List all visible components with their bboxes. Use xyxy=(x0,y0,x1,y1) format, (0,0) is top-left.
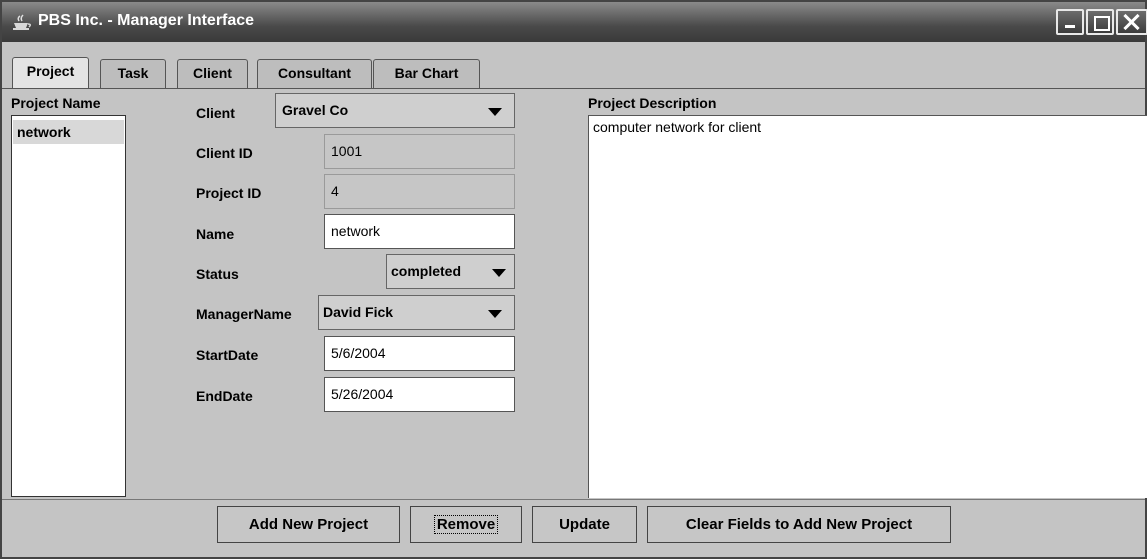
project-name-header: Project Name xyxy=(11,95,101,111)
client-id-label: Client ID xyxy=(196,145,253,161)
tab-bar-chart[interactable]: Bar Chart xyxy=(373,59,480,88)
clear-fields-button[interactable]: Clear Fields to Add New Project xyxy=(647,506,951,543)
update-button[interactable]: Update xyxy=(532,506,637,543)
project-description-header: Project Description xyxy=(588,95,717,111)
button-bar-divider xyxy=(2,499,1145,500)
add-new-project-button[interactable]: Add New Project xyxy=(217,506,400,543)
status-select-value: completed xyxy=(391,263,462,279)
project-description-textarea[interactable]: computer network for client xyxy=(588,115,1147,498)
status-label: Status xyxy=(196,266,239,282)
client-id-field: 1001 xyxy=(324,134,515,169)
client-label: Client xyxy=(196,105,235,121)
chevron-down-icon xyxy=(492,269,506,277)
name-field[interactable]: network xyxy=(324,214,515,249)
chevron-down-icon xyxy=(488,108,502,116)
start-date-label: StartDate xyxy=(196,347,259,363)
chevron-down-icon xyxy=(488,310,502,318)
close-icon[interactable] xyxy=(1116,9,1147,35)
status-select[interactable]: completed xyxy=(386,254,515,289)
start-date-field[interactable]: 5/6/2004 xyxy=(324,336,515,371)
project-list[interactable]: network xyxy=(11,115,126,497)
tab-project[interactable]: Project xyxy=(12,57,89,88)
java-cup-icon xyxy=(13,14,32,30)
remove-button-label: Remove xyxy=(433,515,499,534)
end-date-field[interactable]: 5/26/2004 xyxy=(324,377,515,412)
project-id-label: Project ID xyxy=(196,185,262,201)
app-window: PBS Inc. - Manager Interface Project Tas… xyxy=(0,0,1147,559)
tab-consultant[interactable]: Consultant xyxy=(257,59,372,88)
client-select[interactable]: Gravel Co xyxy=(275,93,515,128)
manager-name-label: ManagerName xyxy=(196,306,292,322)
tab-client[interactable]: Client xyxy=(177,59,248,88)
remove-button[interactable]: Remove xyxy=(410,506,522,543)
name-label: Name xyxy=(196,226,235,242)
window-title: PBS Inc. - Manager Interface xyxy=(38,12,255,29)
manager-select[interactable]: David Fick xyxy=(318,295,515,330)
title-bar[interactable]: PBS Inc. - Manager Interface xyxy=(2,2,1147,42)
list-item[interactable]: network xyxy=(13,120,124,144)
tab-task[interactable]: Task xyxy=(100,59,166,88)
end-date-label: EndDate xyxy=(196,388,253,404)
maximize-icon[interactable] xyxy=(1086,9,1114,35)
client-select-value: Gravel Co xyxy=(282,102,349,118)
project-id-field: 4 xyxy=(324,174,515,209)
manager-select-value: David Fick xyxy=(323,304,394,320)
tab-divider xyxy=(2,88,1145,89)
minimize-icon[interactable] xyxy=(1056,9,1084,35)
